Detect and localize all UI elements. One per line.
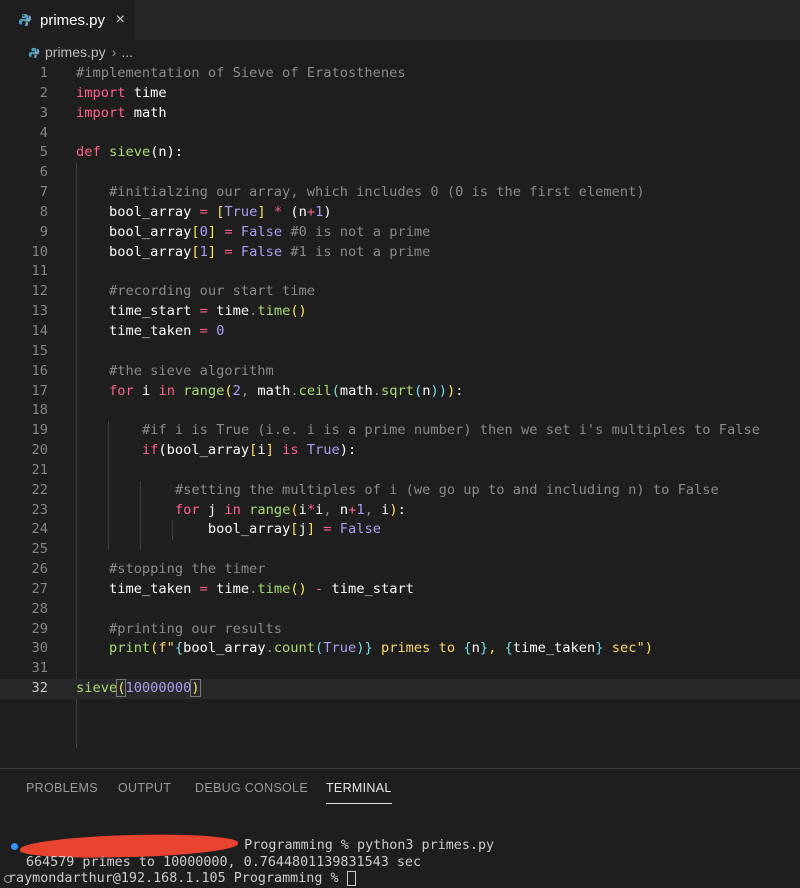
code-line: 19 #if i is True (i.e. i is a prime numb… xyxy=(31,422,760,439)
code-line: 1 #implementation of Sieve of Eratosthene… xyxy=(39,65,406,81)
code-editor[interactable]: 1 #implementation of Sieve of Eratosthene… xyxy=(0,64,800,768)
code-line: 30 print(f"{bool_array.count(True)} prim… xyxy=(31,640,653,657)
breadcrumb: primes.py › ... xyxy=(0,40,800,64)
code-line: 23 for j in range(i*i, n+1, i): xyxy=(31,501,406,518)
tab-primes-py[interactable]: primes.py × xyxy=(0,0,135,40)
tab-debug-console[interactable]: DEBUG CONSOLE xyxy=(195,781,308,795)
code-line: 15 xyxy=(31,342,48,359)
code-line: 3 import math xyxy=(39,104,167,121)
code-line: 27 time_taken = time.time() - time_start xyxy=(31,580,414,597)
breadcrumb-symbol[interactable]: ... xyxy=(121,44,133,60)
code-line: 20 if(bool_array[i] is True): xyxy=(31,442,357,459)
code-line: 26 #stopping the timer xyxy=(31,561,266,578)
tab-terminal[interactable]: TERMINAL xyxy=(326,781,392,804)
panel-tabs: PROBLEMS OUTPUT DEBUG CONSOLE TERMINAL xyxy=(0,769,800,809)
python-icon xyxy=(28,46,40,59)
code-line: 22 #setting the multiples of i (we go up… xyxy=(31,481,719,498)
code-line: 9 bool_array[0] = False #0 is not a prim… xyxy=(39,223,431,240)
close-icon[interactable]: × xyxy=(116,12,125,28)
code-line: 17 for i in range(2, math.ceil(math.sqrt… xyxy=(31,382,464,399)
tab-problems[interactable]: PROBLEMS xyxy=(26,781,98,795)
code-line: 2 import time xyxy=(39,84,167,101)
code-line: 16 #the sieve algorithm xyxy=(31,362,274,379)
chevron-right-icon: › xyxy=(111,44,117,60)
code-line: 21 xyxy=(31,461,48,478)
code-line: 11 xyxy=(31,263,48,280)
terminal-line-command: Programming % python3 primes.py xyxy=(220,838,495,853)
code-line: 8 bool_array = [True] * (n+1) xyxy=(39,203,332,220)
code-line: 10 bool_array[1] = False #1 is not a pri… xyxy=(31,243,431,260)
code-line: 5 def sieve(n): xyxy=(39,144,184,161)
code-line: 6 xyxy=(39,164,48,181)
code-line: 25 xyxy=(31,541,48,558)
code-line: 12 #recording our start time xyxy=(31,283,315,300)
code-line: 29 #printing our results xyxy=(31,620,283,637)
code-line: 31 xyxy=(31,660,48,677)
bottom-panel: PROBLEMS OUTPUT DEBUG CONSOLE TERMINAL P… xyxy=(0,768,800,886)
code-line: 13 time_start = time.time() xyxy=(31,303,307,320)
code-line: 18 xyxy=(31,402,48,419)
text-cursor xyxy=(199,679,202,697)
code-line-current: 32 sieve(10000000) xyxy=(0,679,800,699)
editor-tab-bar: primes.py × xyxy=(0,0,800,41)
terminal-cursor xyxy=(346,870,356,886)
code-lines: 1 #implementation of Sieve of Eratosthene… xyxy=(0,64,800,699)
tab-bar-empty xyxy=(135,0,800,41)
code-line: 24 bool_array[j] = False xyxy=(31,521,381,538)
command-status-dot xyxy=(11,843,18,850)
code-line: 14 time_taken = 0 xyxy=(31,322,225,339)
code-line: 7 #initialzing our array, which includes… xyxy=(39,184,645,201)
tab-output[interactable]: OUTPUT xyxy=(118,781,171,795)
python-icon xyxy=(18,13,32,27)
terminal-line-prompt: raymondarthur@192.168.1.105 Programming … xyxy=(4,870,356,888)
breadcrumb-file[interactable]: primes.py xyxy=(45,44,106,60)
code-line: 28 xyxy=(31,600,48,617)
prompt-circle-icon xyxy=(4,875,12,883)
tab-label: primes.py xyxy=(40,11,106,29)
code-line: 4 xyxy=(39,124,48,141)
